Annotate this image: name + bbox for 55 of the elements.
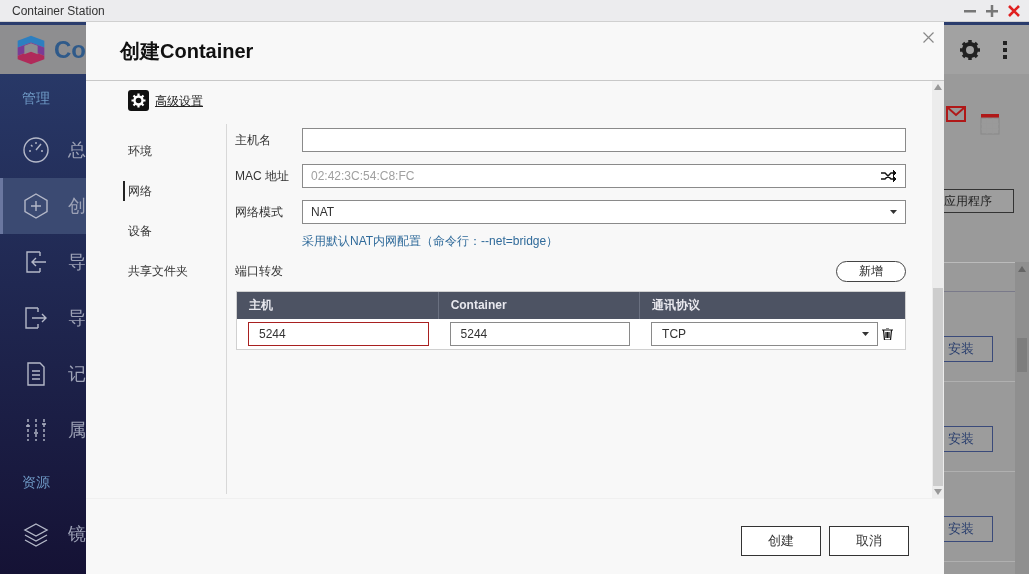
column-header: 通讯协议 — [651, 297, 702, 314]
scrollbar[interactable] — [932, 81, 944, 498]
nav-item[interactable]: 导 — [0, 290, 86, 346]
install-button[interactable]: 安装 — [944, 515, 993, 542]
settings-icon[interactable] — [959, 38, 981, 61]
app-button[interactable]: 应用程序 — [944, 189, 1014, 213]
dialog-title: 创建Container — [120, 38, 254, 64]
settings-icon[interactable] — [128, 90, 149, 111]
scroll-thumb[interactable] — [933, 288, 943, 486]
install-button[interactable]: 安装 — [944, 335, 993, 362]
dialog-button[interactable]: 取消 — [829, 526, 909, 556]
scroll-down-icon[interactable] — [934, 489, 942, 495]
dropdown-icon — [890, 210, 897, 214]
nav-tab[interactable]: 共享文件夹 — [128, 251, 226, 291]
nav-tab[interactable]: 环境 — [128, 131, 226, 171]
logo-text: Co — [54, 35, 86, 64]
nav-item[interactable]: 属 — [0, 402, 86, 458]
field-label: MAC 地址 — [235, 167, 290, 185]
host-port-field[interactable]: 5244 — [248, 322, 429, 346]
field-label: 网络模式 — [235, 203, 284, 221]
calendar-icon[interactable] — [980, 114, 1000, 136]
trash-icon[interactable] — [882, 328, 893, 340]
dialog-button[interactable]: 创建 — [741, 526, 821, 556]
nav-item[interactable]: 镜 — [0, 506, 86, 562]
container-port-field[interactable]: 5244 — [449, 322, 631, 346]
hostname-field[interactable] — [302, 128, 906, 152]
nav-item[interactable]: 总 — [0, 122, 86, 178]
nav-tab[interactable]: 网络 — [123, 181, 226, 201]
network-hint: 采用默认NAT内网配置（命令行：--net=bridge） — [302, 233, 560, 250]
protocol-select[interactable]: TCP — [651, 322, 878, 346]
close-icon[interactable] — [923, 32, 934, 43]
nav-item[interactable]: 导 — [0, 234, 86, 290]
add-icon — [22, 192, 50, 220]
nav-item[interactable]: 记 — [0, 346, 86, 402]
add-button[interactable]: 新增 — [836, 261, 906, 282]
section-heading: 管理 — [21, 89, 51, 108]
field-label: 主机名 — [235, 131, 272, 149]
scroll-up-icon[interactable] — [934, 84, 942, 90]
more-icon[interactable] — [1003, 40, 1007, 59]
install-button[interactable]: 安装 — [944, 425, 993, 452]
scrollbar[interactable] — [1015, 262, 1029, 574]
gauge-icon — [22, 136, 50, 164]
scroll-up-icon[interactable] — [1018, 266, 1026, 272]
mail-icon[interactable] — [946, 106, 966, 122]
layers-icon — [22, 520, 50, 548]
nav-tab[interactable]: 设备 — [128, 211, 226, 251]
section-label: 端口转发 — [235, 263, 283, 280]
network-mode-select[interactable]: NAT — [302, 200, 906, 224]
close-icon[interactable] — [1007, 3, 1021, 18]
section-heading: 资源 — [21, 473, 51, 492]
advanced-settings-link[interactable]: 高级设置 — [155, 93, 203, 110]
maximize-icon[interactable] — [985, 3, 999, 18]
shuffle-icon[interactable] — [881, 170, 897, 182]
dropdown-icon — [862, 332, 869, 336]
window-title: Container Station — [12, 3, 106, 18]
